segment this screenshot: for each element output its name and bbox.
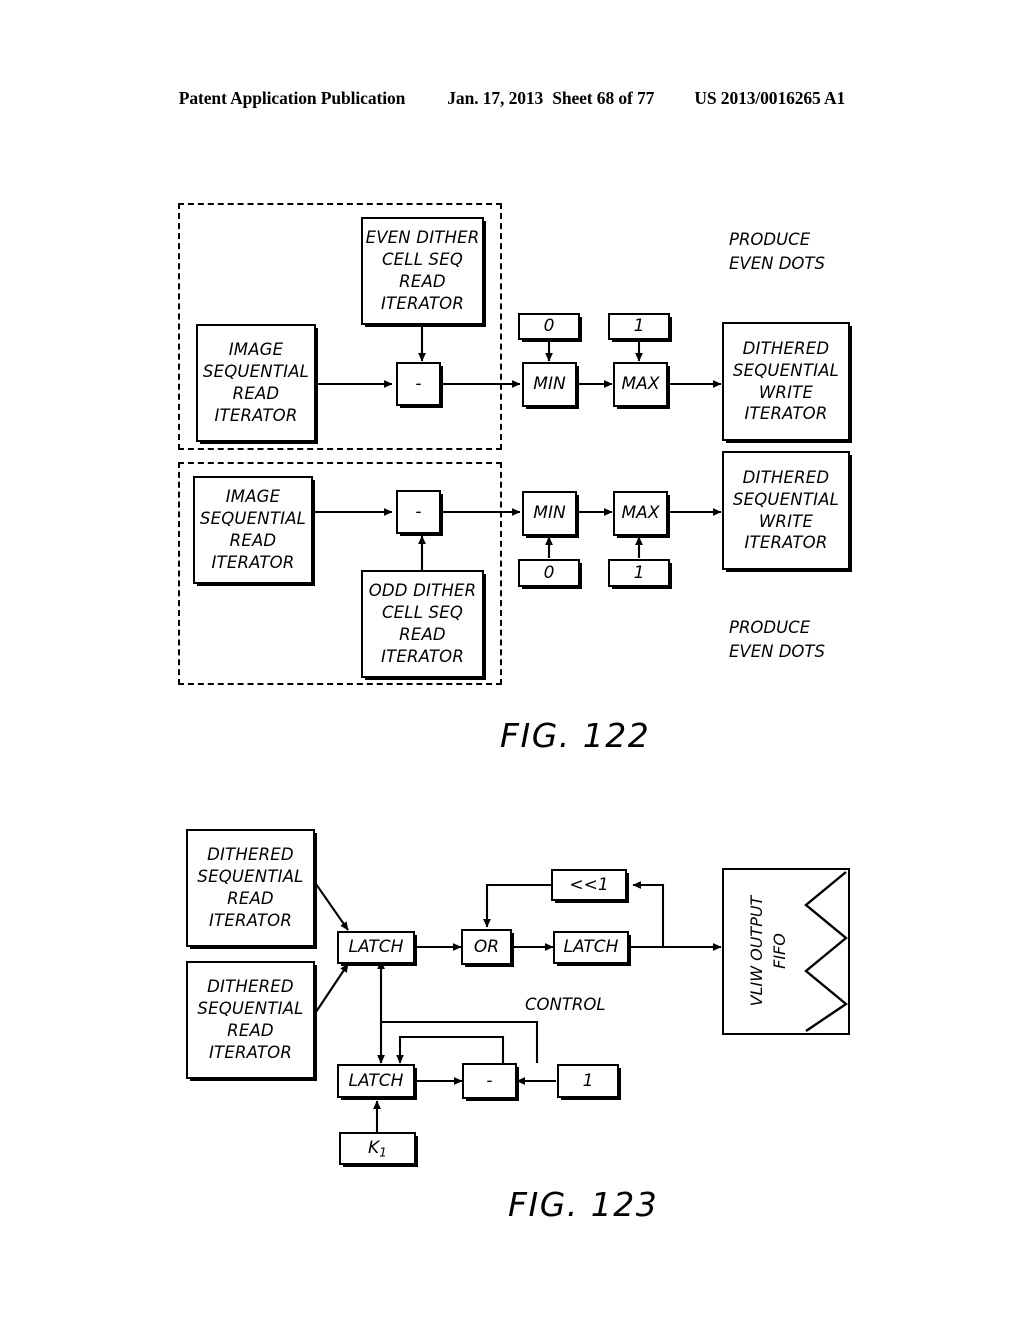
block-line: MAX bbox=[621, 503, 660, 524]
annot-line: PRODUCE bbox=[729, 230, 811, 249]
header-publication: Patent Application Publication bbox=[178, 88, 406, 108]
constant-k1: K1 bbox=[339, 1132, 416, 1165]
block-line: WRITE bbox=[758, 382, 814, 402]
block-line: CELL SEQ bbox=[381, 603, 464, 623]
const-zero-even: 0 bbox=[518, 313, 580, 340]
k1-base: K bbox=[368, 1137, 380, 1158]
even-dither-cell-seq-read-iterator: EVEN DITHER CELL SEQ READ ITERATOR bbox=[361, 217, 484, 325]
block-line: ITERATOR bbox=[380, 293, 465, 313]
block-line: MIN bbox=[533, 374, 566, 395]
block-line: READ bbox=[227, 1021, 274, 1040]
block-line: 1 bbox=[582, 1070, 594, 1091]
subtract-even: - bbox=[396, 362, 441, 406]
block-line: READ bbox=[399, 625, 446, 644]
latch-output: LATCH bbox=[553, 931, 629, 964]
block-line: SEQUENTIAL bbox=[732, 360, 840, 380]
const-one-odd: 1 bbox=[608, 559, 670, 587]
produce-even-dots-bottom: PRODUCE EVEN DOTS bbox=[729, 616, 825, 664]
k1-subscript: 1 bbox=[379, 1145, 387, 1160]
control-label: CONTROL bbox=[525, 993, 606, 1017]
const-one-even: 1 bbox=[608, 313, 670, 340]
block-line: IMAGE bbox=[228, 340, 284, 360]
fig122-caption: FIG. 122 bbox=[500, 716, 651, 755]
dithered-sequential-read-iterator-1: DITHERED SEQUENTIAL READ ITERATOR bbox=[186, 829, 315, 947]
block-line: ITERATOR bbox=[744, 404, 828, 424]
block-line: OR bbox=[473, 936, 500, 957]
fig123-caption: FIG. 123 bbox=[508, 1185, 659, 1224]
block-line: ITERATOR bbox=[214, 405, 298, 425]
produce-even-dots-top: PRODUCE EVEN DOTS bbox=[729, 228, 825, 276]
block-line: FIFO bbox=[770, 933, 790, 969]
block-line: SEQUENTIAL bbox=[199, 509, 307, 529]
image-sequential-read-iterator-even: IMAGE SEQUENTIAL READ ITERATOR bbox=[196, 324, 316, 442]
dithered-sequential-read-iterator-2: DITHERED SEQUENTIAL READ ITERATOR bbox=[186, 961, 315, 1079]
block-line: READ bbox=[229, 531, 277, 550]
block-line: READ bbox=[232, 384, 280, 403]
block-line: - bbox=[486, 1070, 493, 1091]
block-line: ITERATOR bbox=[208, 1042, 293, 1062]
block-line: ODD DITHER bbox=[368, 581, 477, 601]
subtract-counter: - bbox=[462, 1063, 517, 1099]
header-date: Jan. 17, 2013 bbox=[447, 88, 544, 108]
block-line: SEQUENTIAL bbox=[197, 867, 304, 887]
block-line: DITHERED bbox=[742, 467, 830, 487]
block-line: WRITE bbox=[758, 511, 814, 531]
block-line: K1 bbox=[368, 1137, 387, 1161]
block-line: DITHERED bbox=[742, 338, 830, 358]
block-line: LATCH bbox=[563, 937, 619, 958]
block-line: ITERATOR bbox=[211, 552, 295, 572]
or-gate: OR bbox=[461, 929, 512, 965]
header-patent-number: US 2013/0016265 A1 bbox=[694, 88, 846, 108]
block-line: SEQUENTIAL bbox=[197, 999, 304, 1019]
annot-line: PRODUCE bbox=[729, 618, 811, 637]
subtract-odd: - bbox=[396, 490, 441, 534]
const-zero-odd: 0 bbox=[518, 559, 580, 587]
block-line: SEQUENTIAL bbox=[732, 489, 840, 509]
block-line: MAX bbox=[621, 374, 660, 395]
block-line: ITERATOR bbox=[208, 910, 293, 930]
max-even: MAX bbox=[613, 362, 668, 407]
block-line: READ bbox=[227, 889, 274, 908]
dithered-sequential-write-iterator-odd: DITHERED SEQUENTIAL WRITE ITERATOR bbox=[722, 451, 850, 570]
odd-dither-cell-seq-read-iterator: ODD DITHER CELL SEQ READ ITERATOR bbox=[361, 570, 484, 678]
block-line: LATCH bbox=[348, 937, 404, 958]
block-line: 1 bbox=[633, 316, 645, 337]
block-line: SEQUENTIAL bbox=[202, 362, 310, 382]
block-line: VLIW OUTPUT bbox=[747, 895, 766, 1007]
block-line: - bbox=[415, 501, 422, 522]
block-line: ITERATOR bbox=[380, 646, 465, 666]
const-one-counter: 1 bbox=[557, 1064, 619, 1098]
block-line: - bbox=[415, 373, 422, 394]
block-line: ITERATOR bbox=[744, 533, 828, 553]
block-line: LATCH bbox=[348, 1070, 404, 1091]
block-line: 0 bbox=[543, 316, 555, 337]
min-even: MIN bbox=[522, 362, 577, 407]
annot-line: EVEN DOTS bbox=[729, 253, 825, 273]
fig123-connectors bbox=[315, 881, 722, 1132]
block-line: MIN bbox=[533, 503, 566, 524]
image-sequential-read-iterator-odd: IMAGE SEQUENTIAL READ ITERATOR bbox=[193, 476, 313, 584]
fig122-connectors bbox=[314, 325, 722, 570]
block-line: IMAGE bbox=[225, 487, 281, 507]
shift-left-1: <<1 bbox=[551, 869, 627, 901]
block-line: DITHERED bbox=[207, 845, 294, 865]
max-odd: MAX bbox=[613, 491, 668, 536]
vliw-output-fifo-label: VLIW OUTPUT FIFO bbox=[745, 876, 817, 1026]
block-line: EVEN DITHER bbox=[365, 228, 480, 248]
latch-counter: LATCH bbox=[337, 1064, 415, 1098]
annot-line: EVEN DOTS bbox=[729, 641, 825, 661]
block-line: READ bbox=[399, 272, 446, 291]
block-line: 0 bbox=[543, 562, 555, 583]
patent-header: Patent Application Publication Jan. 17, … bbox=[0, 88, 1024, 109]
annot-line: CONTROL bbox=[525, 995, 606, 1014]
block-line: <<1 bbox=[569, 874, 609, 895]
block-line: 1 bbox=[633, 562, 645, 583]
min-odd: MIN bbox=[522, 491, 577, 536]
block-line: CELL SEQ bbox=[381, 250, 464, 270]
header-sheet: Sheet 68 of 77 bbox=[552, 88, 655, 108]
block-line: DITHERED bbox=[207, 977, 294, 997]
latch-input: LATCH bbox=[337, 931, 415, 964]
fifo-sawtooth-icon bbox=[804, 871, 849, 1032]
dithered-sequential-write-iterator-even: DITHERED SEQUENTIAL WRITE ITERATOR bbox=[722, 322, 850, 441]
